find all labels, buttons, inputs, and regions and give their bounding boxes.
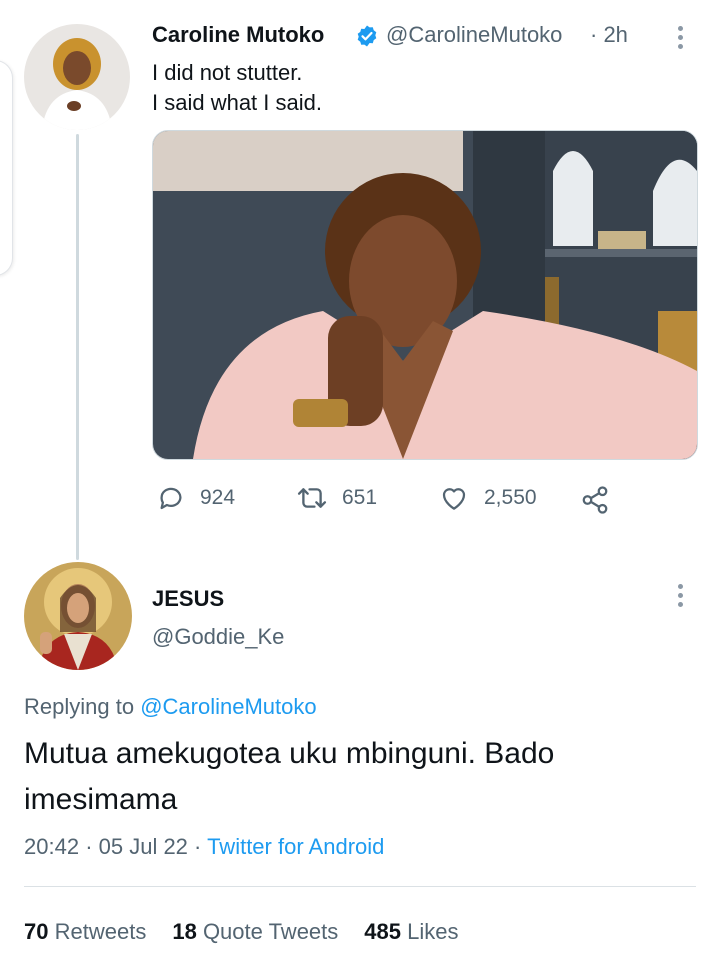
quotes-count: 18 <box>172 919 197 944</box>
reply-author-handle[interactable]: @Goddie_Ke <box>152 624 284 650</box>
tweet-photo[interactable] <box>152 130 698 460</box>
more-icon[interactable] <box>678 26 684 53</box>
reply-more-icon[interactable] <box>678 584 684 611</box>
replying-to: Replying to @CarolineMutoko <box>24 694 317 720</box>
avatar-caroline[interactable] <box>24 24 130 130</box>
like-action[interactable]: 2,550 <box>438 483 537 513</box>
reply-date[interactable]: · 05 Jul 22 · <box>85 834 201 859</box>
verified-badge-icon <box>355 24 379 48</box>
tweet-author-handle[interactable]: @CarolineMutoko <box>386 22 562 48</box>
retweet-count: 651 <box>342 486 378 509</box>
tweet-author-name[interactable]: Caroline Mutoko <box>152 22 324 48</box>
reply-time[interactable]: 20:42 <box>24 834 79 859</box>
like-icon <box>442 488 466 510</box>
like-count: 2,550 <box>484 486 537 509</box>
reply-action[interactable]: 924 <box>156 483 235 513</box>
share-icon <box>582 486 608 514</box>
replying-to-handle[interactable]: @CarolineMutoko <box>140 694 316 719</box>
stats-divider <box>24 886 696 887</box>
reply-count: 924 <box>200 486 236 509</box>
tweet-text-line2: I said what I said. <box>152 90 322 115</box>
avatar-jesus[interactable] <box>24 562 132 670</box>
tweet-photo-image <box>153 131 697 459</box>
reply-text-line1: Mutua amekugotea uku mbinguni. Bado <box>24 737 555 770</box>
replying-to-label: Replying to <box>24 694 135 719</box>
reply-source[interactable]: Twitter for Android <box>207 834 384 859</box>
reply-meta: 20:42 · 05 Jul 22 · Twitter for Android <box>24 834 384 860</box>
tweet-text-line1: I did not stutter. <box>152 60 303 85</box>
thread-line <box>76 134 79 560</box>
likes-label: Likes <box>407 919 459 944</box>
reply-icon <box>160 487 182 510</box>
likes-count: 485 <box>364 919 401 944</box>
share-action[interactable] <box>580 485 610 515</box>
reply-text-line2: imesimama <box>24 783 178 816</box>
retweet-icon <box>297 488 327 508</box>
retweet-action[interactable]: 651 <box>296 483 377 513</box>
retweets-stat[interactable]: 70 Retweets <box>24 919 146 945</box>
reply-stats: 70 Retweets 18 Quote Tweets 485 Likes <box>24 919 458 945</box>
avatar-caroline-image <box>24 24 130 130</box>
quotes-label: Quote Tweets <box>202 919 339 944</box>
quote-tweets-stat[interactable]: 18 Quote Tweets <box>172 919 338 945</box>
retweets-label: Retweets <box>54 919 147 944</box>
previous-card-edge <box>0 60 13 276</box>
likes-stat[interactable]: 485 Likes <box>364 919 458 945</box>
tweet-time[interactable]: · 2h <box>590 22 628 48</box>
reply-author-name[interactable]: JESUS <box>152 586 224 612</box>
retweets-count: 70 <box>24 919 49 944</box>
avatar-jesus-image <box>24 562 132 670</box>
